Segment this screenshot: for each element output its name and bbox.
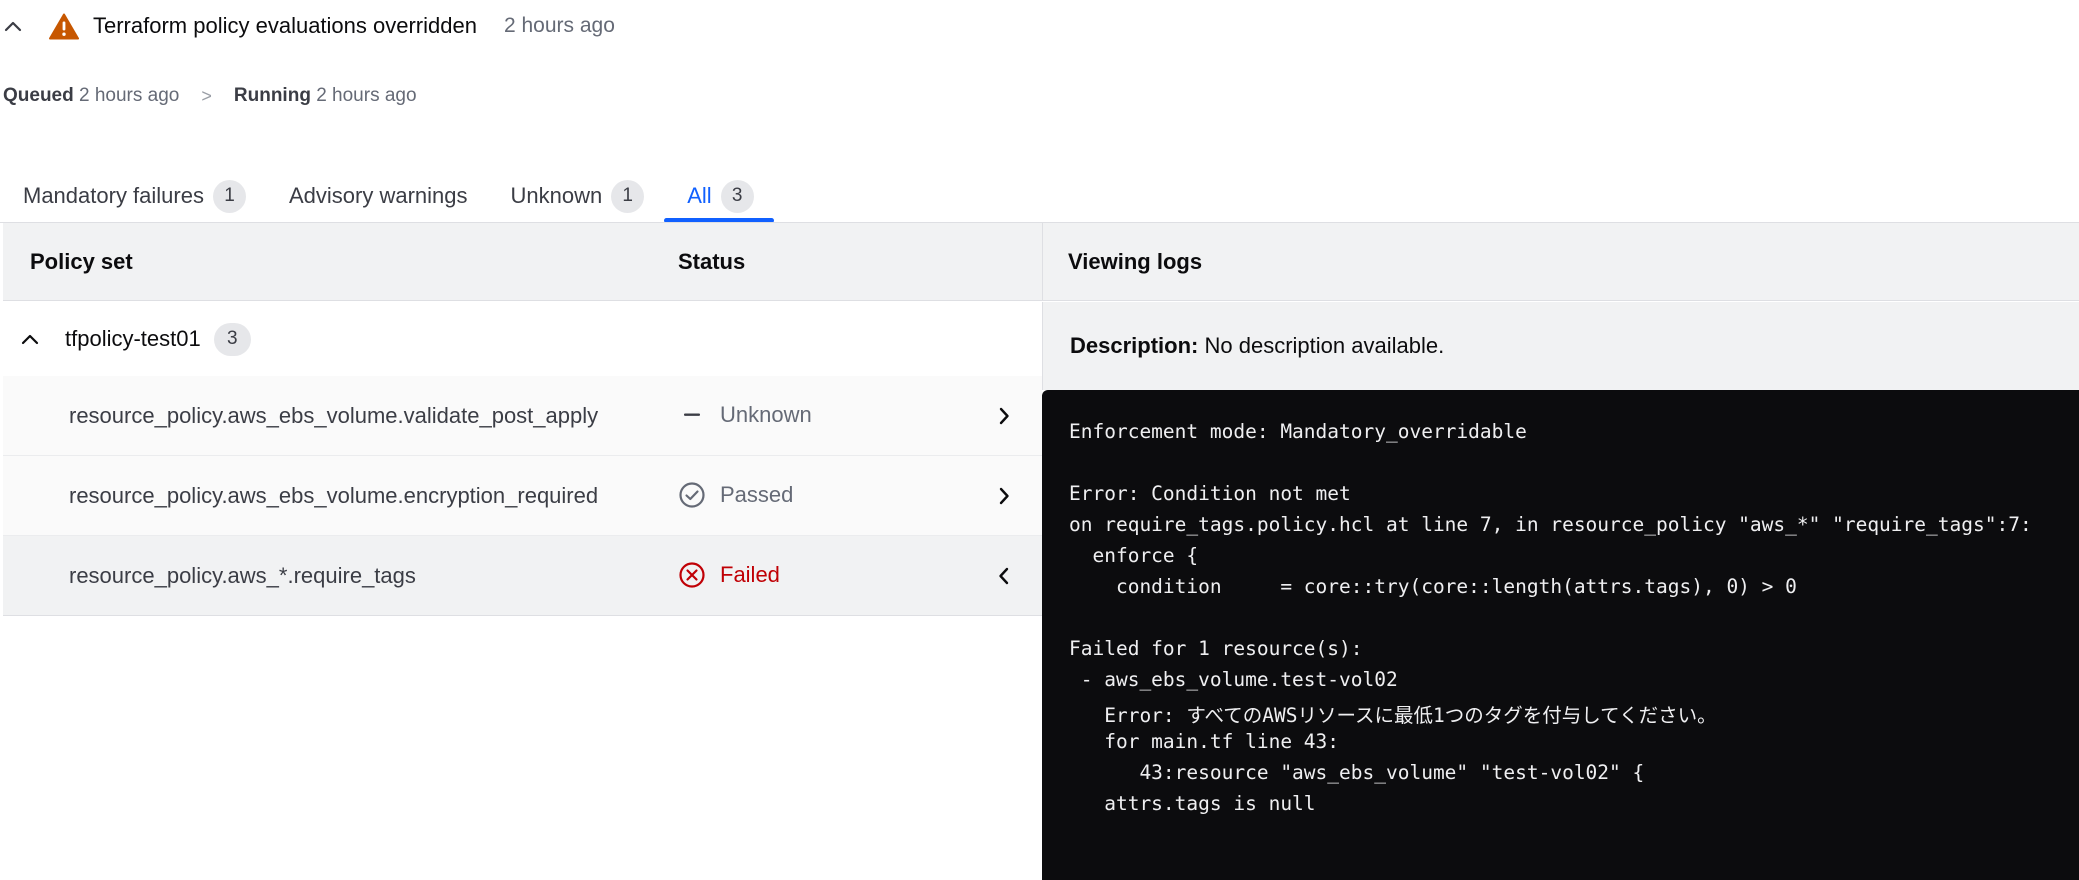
running-label: Running: [233, 85, 311, 106]
log-line: - aws_ebs_volume.test-vol02: [1069, 668, 1398, 691]
policy-name: resource_policy.aws_ebs_volume.validate_…: [69, 403, 599, 428]
policy-name: resource_policy.aws_ebs_volume.encryptio…: [69, 483, 599, 508]
run-timestamp: 2 hours ago: [503, 14, 615, 37]
filter-tabs: Mandatory failures 1 Advisory warnings U…: [0, 170, 775, 223]
table-row[interactable]: resource_policy.aws_ebs_volume.validate_…: [3, 376, 1042, 456]
tab-advisory-warnings[interactable]: Advisory warnings: [266, 170, 488, 222]
status-cell: Unknown: [678, 401, 812, 429]
status-cell: Passed: [678, 481, 793, 509]
policy-name: resource_policy.aws_*.require_tags: [69, 563, 416, 588]
description-label: Description:: [1070, 333, 1199, 358]
policy-set-name: tfpolicy-test01: [65, 326, 201, 351]
log-line: on require_tags.policy.hcl at line 7, in…: [1069, 513, 2032, 536]
log-line: attrs.tags is null: [1069, 792, 1316, 815]
status-text: Passed: [720, 482, 794, 507]
log-line: Failed for 1 resource(s):: [1069, 637, 1363, 660]
status-text: Failed: [720, 562, 780, 587]
tab-unknown[interactable]: Unknown 1: [488, 170, 665, 222]
log-line: Enforcement mode: Mandatory_overridable: [1069, 420, 1527, 443]
table-row[interactable]: resource_policy.aws_*.require_tags Faile…: [3, 536, 1042, 616]
status-cell: Failed: [678, 561, 780, 589]
status-text: Unknown: [720, 402, 812, 427]
tab-all[interactable]: All 3: [664, 170, 775, 223]
tab-count-badge: 1: [611, 179, 645, 213]
column-header-status: Status: [678, 249, 746, 274]
tab-label: Advisory warnings: [288, 183, 468, 208]
tab-count-badge: 1: [212, 179, 246, 213]
chevron-left-icon[interactable]: [991, 563, 1017, 589]
logs-panel-title: Viewing logs: [1068, 249, 1203, 274]
log-line: for main.tf line 43:: [1069, 730, 1340, 753]
policy-set-group: tfpolicy-test01 3: [3, 302, 1042, 376]
policy-set-count-badge: 3: [213, 322, 251, 356]
run-title: Terraform policy evaluations overridden: [93, 13, 477, 38]
collapse-chevron-up-icon[interactable]: [2, 15, 24, 37]
queued-time: 2 hours ago: [79, 85, 180, 106]
log-line: enforce {: [1069, 544, 1199, 567]
table-row[interactable]: resource_policy.aws_ebs_volume.encryptio…: [3, 456, 1042, 536]
minus-icon: [678, 401, 706, 429]
log-output: Enforcement mode: Mandatory_overridable …: [1042, 390, 2079, 880]
queued-label: Queued: [3, 85, 74, 106]
policy-description: Description: No description available.: [1042, 302, 2079, 390]
run-timeline: Queued 2 hours ago > Running 2 hours ago: [3, 85, 417, 107]
warning-triangle-icon: [49, 12, 79, 40]
description-value: No description available.: [1204, 333, 1445, 358]
group-collapse-chevron-up-icon[interactable]: [18, 327, 42, 351]
tab-label: Unknown: [510, 183, 603, 208]
check-circle-icon: [678, 481, 706, 509]
chevron-right-icon[interactable]: [991, 403, 1017, 429]
run-header: Terraform policy evaluations overridden …: [0, 0, 615, 52]
running-time: 2 hours ago: [316, 85, 417, 106]
tab-count-badge: 3: [720, 179, 754, 213]
chevron-right-icon[interactable]: [991, 483, 1017, 509]
log-line: condition = core::try(core::length(attrs…: [1069, 575, 1797, 598]
log-line: Error: Condition not met: [1069, 482, 1351, 505]
tab-label: All: [687, 183, 712, 208]
tab-label: Mandatory failures: [23, 183, 204, 208]
column-header-policy-set: Policy set: [30, 249, 133, 274]
tab-mandatory-failures[interactable]: Mandatory failures 1: [0, 170, 266, 222]
x-circle-icon: [678, 561, 706, 589]
log-line: 43:resource "aws_ebs_volume" "test-vol02…: [1069, 761, 1645, 784]
table-bottom-divider: [3, 615, 1042, 616]
logs-panel-header: Viewing logs: [1042, 223, 2079, 301]
policy-table-header: Policy set Status: [3, 223, 1042, 301]
log-line: Error: すべてのAWSリソースに最低1つのタグを付与してください。: [1069, 704, 1717, 727]
timeline-separator: >: [201, 85, 212, 106]
